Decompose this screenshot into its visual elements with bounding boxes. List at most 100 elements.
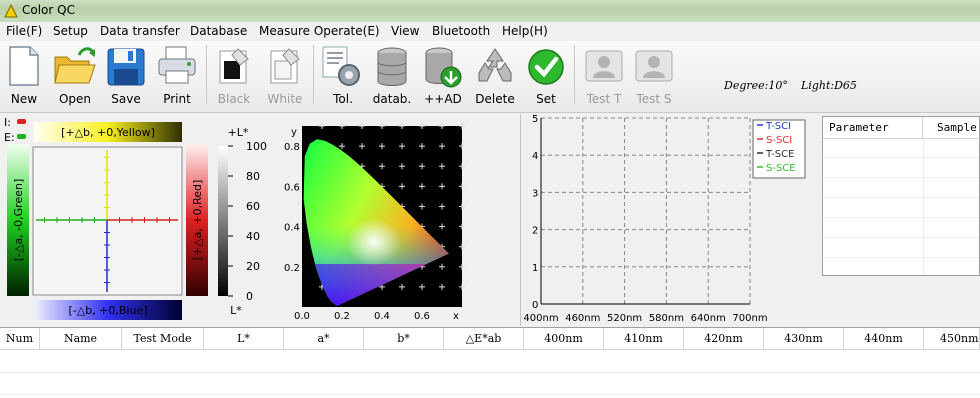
set-button[interactable]: Set [523, 43, 569, 109]
menu-view[interactable]: View [391, 23, 419, 39]
toolbar-separator [313, 45, 314, 105]
print-button[interactable]: Print [155, 43, 199, 109]
add-database-button[interactable]: ++AD [420, 43, 466, 109]
menu-data-transfer[interactable]: Data transfer [100, 23, 180, 39]
plus-l-label: +L* [228, 126, 249, 139]
col-b[interactable]: b* [364, 328, 444, 350]
spectrum-x-tick-label: 640nm [691, 313, 726, 324]
col-a[interactable]: a* [284, 328, 364, 350]
col-410nm[interactable]: 410nm [604, 328, 684, 350]
menu-file[interactable]: File(F) [6, 23, 42, 39]
menu-setup[interactable]: Setup [53, 23, 88, 39]
test-target-user-icon [585, 50, 623, 82]
tolerance-button[interactable]: Tol. [320, 43, 366, 109]
cie-x-tick-label: 0.0 [294, 311, 310, 322]
degree-info: Degree:10° [724, 79, 788, 92]
parameter-table: Parameter Sample [822, 116, 980, 276]
lightness-tick-label: 80 [246, 170, 260, 183]
col-delta-e[interactable]: △E*ab [444, 328, 524, 350]
col-400nm[interactable]: 400nm [524, 328, 604, 350]
spectrum-y-tick-label: 0 [532, 300, 538, 311]
col-450nm[interactable]: 450nm [924, 328, 980, 350]
menu-measure-operate[interactable]: Measure Operate(E) [259, 23, 380, 39]
minus-b-label: [-△b, +0,Blue] [68, 304, 147, 317]
cie-x-tick-label: 0.4 [374, 311, 390, 322]
toolbar: New Open Save Print Black White Tol. dat… [0, 41, 980, 113]
white-button[interactable]: White [263, 43, 307, 109]
menu-database[interactable]: Database [190, 23, 247, 39]
spectrum-x-tick-label: 520nm [607, 313, 642, 324]
col-440nm[interactable]: 440nm [844, 328, 924, 350]
spectrum-y-tick-label: 4 [532, 151, 538, 162]
minus-a-label: [-△a, -0,Green] [12, 179, 25, 262]
cie-y-ticks: 0.8 0.6 0.4 0.2 [284, 142, 300, 274]
lab-color-difference-panel: I: E: [+△b, +0,Yellow] [-△b, +0,Blue] [-… [4, 116, 267, 320]
test-s-button[interactable]: Test S [630, 43, 678, 109]
spectrum-y-tick-label: 2 [532, 226, 538, 237]
lightness-ticks: 100 80 60 40 20 0 [228, 140, 267, 303]
folder-open-icon [54, 47, 96, 84]
lightness-tick-label: 0 [246, 290, 253, 303]
lightness-tick-label: 20 [246, 260, 260, 273]
app-icon [4, 4, 18, 18]
white-calibration-icon [270, 48, 300, 84]
spectrum-y-ticks: 5 4 3 2 1 0 [532, 114, 538, 311]
test-t-button[interactable]: Test T [580, 43, 628, 109]
black-calibration-icon [219, 48, 249, 84]
lightness-tick-label: 40 [246, 230, 260, 243]
open-button[interactable]: Open [52, 43, 98, 109]
menu-help[interactable]: Help(H) [502, 23, 548, 39]
spectrum-x-tick-label: 700nm [732, 313, 767, 324]
floppy-save-icon [107, 48, 145, 86]
col-l[interactable]: L* [204, 328, 284, 350]
spectral-reflectance-chart: 5 4 3 2 1 0 400nm 460nm 520nm 580nm 640nm 700nm T-… [520, 114, 820, 326]
menu-bar: File(F) Setup Data transfer Database Mea… [0, 22, 980, 41]
spectrum-y-tick-label: 5 [532, 114, 538, 125]
spectrum-x-tick-label: 460nm [565, 313, 600, 324]
cie-x-ticks: 0.0 0.2 0.4 0.6 [294, 311, 430, 322]
tolerance-gear-icon [322, 46, 360, 86]
new-document-icon [9, 46, 39, 86]
cie-y-tick-label: 0.2 [284, 263, 300, 274]
cie-y-tick-label: 0.8 [284, 142, 300, 153]
table-row[interactable] [0, 394, 980, 395]
printer-icon [158, 46, 196, 84]
title-bar: Color QC [0, 0, 980, 22]
sample-header[interactable]: Sample [923, 117, 980, 139]
col-num[interactable]: Num [0, 328, 40, 350]
cie-y-label: y [291, 127, 297, 138]
recycle-icon [478, 48, 512, 82]
cie-x-tick-label: 0.2 [334, 311, 350, 322]
test-sample-user-icon [635, 50, 673, 82]
save-button[interactable]: Save [104, 43, 148, 109]
i-indicator [17, 119, 26, 124]
new-button[interactable]: New [2, 43, 46, 109]
cie-chromaticity-diagram: y x 0.8 0.6 0.4 0.2 0.0 0.2 0.4 0.6 [272, 114, 520, 326]
database-icon [377, 47, 407, 86]
toolbar-separator [206, 45, 207, 105]
spectrum-x-ticks: 400nm 460nm 520nm 580nm 640nm 700nm [523, 313, 767, 324]
menu-bluetooth[interactable]: Bluetooth [432, 23, 490, 39]
lightness-gradient-bar [218, 146, 228, 296]
cie-x-tick-label: 0.6 [414, 311, 430, 322]
black-button[interactable]: Black [212, 43, 256, 109]
col-test-mode[interactable]: Test Mode [122, 328, 204, 350]
legend-item: T-SCE [765, 149, 794, 160]
chart-panels: I: E: [+△b, +0,Yellow] [-△b, +0,Blue] [-… [0, 114, 980, 326]
legend-item: T-SCI [765, 121, 791, 132]
delete-button[interactable]: Delete [472, 43, 518, 109]
parameter-header[interactable]: Parameter [823, 117, 923, 139]
window-title: Color QC [22, 3, 75, 17]
database-button[interactable]: datab. [370, 43, 414, 109]
toolbar-separator [574, 45, 575, 105]
spectrum-grid [541, 117, 751, 304]
cie-y-tick-label: 0.6 [284, 182, 300, 193]
col-name[interactable]: Name [40, 328, 122, 350]
plus-b-label: [+△b, +0,Yellow] [61, 126, 155, 139]
col-430nm[interactable]: 430nm [764, 328, 844, 350]
col-420nm[interactable]: 420nm [684, 328, 764, 350]
e-label: E: [4, 131, 15, 144]
e-indicator [17, 134, 26, 139]
table-row[interactable] [0, 372, 980, 373]
measurement-table: Num Name Test Mode L* a* b* △E*ab 400nm … [0, 327, 980, 398]
